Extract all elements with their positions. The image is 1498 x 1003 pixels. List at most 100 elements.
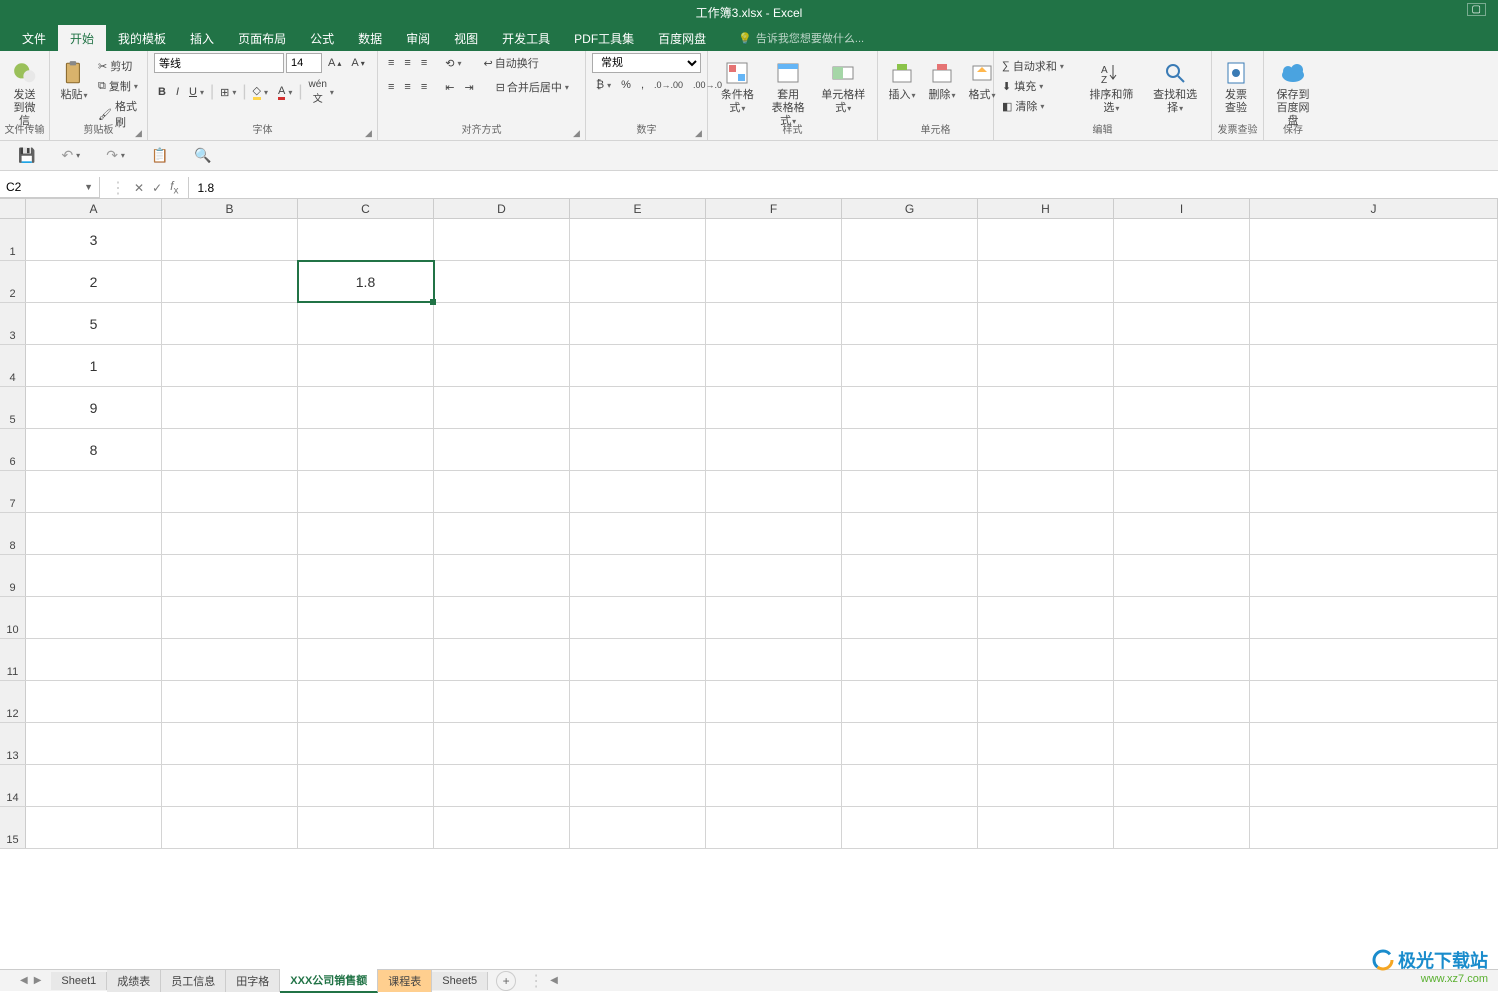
- cell-B7[interactable]: [162, 471, 298, 512]
- paste-button[interactable]: 粘贴: [56, 57, 92, 104]
- cell-E1[interactable]: [570, 219, 706, 260]
- cell-A9[interactable]: [26, 555, 162, 596]
- menu-home[interactable]: 开始: [58, 25, 106, 51]
- menu-review[interactable]: 审阅: [394, 25, 442, 51]
- scroll-left-icon[interactable]: ◀: [550, 975, 558, 986]
- cell-E12[interactable]: [570, 681, 706, 722]
- cell-H2[interactable]: [978, 261, 1114, 302]
- cell-C2[interactable]: 1.8: [298, 261, 434, 302]
- cell-F11[interactable]: [706, 639, 842, 680]
- cell-J7[interactable]: [1250, 471, 1498, 512]
- cell-A10[interactable]: [26, 597, 162, 638]
- cell-B5[interactable]: [162, 387, 298, 428]
- cell-C10[interactable]: [298, 597, 434, 638]
- menu-developer[interactable]: 开发工具: [490, 25, 562, 51]
- cell-E13[interactable]: [570, 723, 706, 764]
- menu-insert[interactable]: 插入: [178, 25, 226, 51]
- invoice-button[interactable]: 发票 查验: [1218, 57, 1254, 117]
- cell-E8[interactable]: [570, 513, 706, 554]
- cell-C13[interactable]: [298, 723, 434, 764]
- cell-H8[interactable]: [978, 513, 1114, 554]
- cell-J15[interactable]: [1250, 807, 1498, 848]
- cell-D9[interactable]: [434, 555, 570, 596]
- cell-D3[interactable]: [434, 303, 570, 344]
- cell-D14[interactable]: [434, 765, 570, 806]
- row-header[interactable]: 14: [0, 765, 26, 806]
- cell-F6[interactable]: [706, 429, 842, 470]
- align-center-button[interactable]: ≡: [400, 79, 414, 95]
- sort-filter-button[interactable]: AZ 排序和筛选: [1082, 57, 1142, 117]
- align-left-button[interactable]: ≡: [384, 79, 398, 95]
- font-name-select[interactable]: [154, 53, 284, 73]
- comma-button[interactable]: ,: [637, 77, 648, 93]
- col-header-A[interactable]: A: [26, 199, 162, 218]
- cell-B6[interactable]: [162, 429, 298, 470]
- cell-I5[interactable]: [1114, 387, 1250, 428]
- col-header-D[interactable]: D: [434, 199, 570, 218]
- clipboard-launcher-icon[interactable]: ◢: [135, 128, 145, 138]
- cell-J2[interactable]: [1250, 261, 1498, 302]
- sheet-tab[interactable]: Sheet1: [51, 972, 107, 990]
- cell-H15[interactable]: [978, 807, 1114, 848]
- cell-I11[interactable]: [1114, 639, 1250, 680]
- cell-A3[interactable]: 5: [26, 303, 162, 344]
- cut-button[interactable]: ✂剪切: [96, 57, 141, 75]
- cell-J11[interactable]: [1250, 639, 1498, 680]
- find-select-button[interactable]: 查找和选择: [1145, 57, 1205, 117]
- cell-C8[interactable]: [298, 513, 434, 554]
- fill-color-button[interactable]: ◇: [249, 82, 272, 102]
- cell-E9[interactable]: [570, 555, 706, 596]
- cell-I7[interactable]: [1114, 471, 1250, 512]
- cell-F8[interactable]: [706, 513, 842, 554]
- cell-J9[interactable]: [1250, 555, 1498, 596]
- cell-F13[interactable]: [706, 723, 842, 764]
- cell-A7[interactable]: [26, 471, 162, 512]
- row-header[interactable]: 5: [0, 387, 26, 428]
- cell-F4[interactable]: [706, 345, 842, 386]
- select-all-corner[interactable]: [0, 199, 26, 218]
- accounting-format-button[interactable]: ₿: [592, 77, 615, 93]
- cell-J1[interactable]: [1250, 219, 1498, 260]
- cell-F7[interactable]: [706, 471, 842, 512]
- cell-D11[interactable]: [434, 639, 570, 680]
- col-header-C[interactable]: C: [298, 199, 434, 218]
- row-header[interactable]: 2: [0, 261, 26, 302]
- italic-button[interactable]: I: [172, 84, 183, 100]
- row-header[interactable]: 3: [0, 303, 26, 344]
- cell-A8[interactable]: [26, 513, 162, 554]
- undo-button[interactable]: ↶: [57, 145, 84, 166]
- cell-F15[interactable]: [706, 807, 842, 848]
- cell-D6[interactable]: [434, 429, 570, 470]
- sheet-tab[interactable]: 田字格: [226, 970, 280, 992]
- bold-button[interactable]: B: [154, 84, 170, 100]
- cell-I6[interactable]: [1114, 429, 1250, 470]
- name-box[interactable]: C2 ▼: [0, 177, 100, 198]
- sheet-tab[interactable]: 课程表: [378, 970, 432, 992]
- cell-B9[interactable]: [162, 555, 298, 596]
- cell-I15[interactable]: [1114, 807, 1250, 848]
- conditional-format-button[interactable]: 条件格式: [714, 57, 761, 117]
- alignment-launcher-icon[interactable]: ◢: [573, 128, 583, 138]
- cell-G10[interactable]: [842, 597, 978, 638]
- cell-B1[interactable]: [162, 219, 298, 260]
- cell-G7[interactable]: [842, 471, 978, 512]
- cell-H7[interactable]: [978, 471, 1114, 512]
- cell-J13[interactable]: [1250, 723, 1498, 764]
- col-header-G[interactable]: G: [842, 199, 978, 218]
- cell-D13[interactable]: [434, 723, 570, 764]
- cell-F10[interactable]: [706, 597, 842, 638]
- wrap-text-button[interactable]: ↩自动换行: [480, 53, 543, 73]
- cell-H13[interactable]: [978, 723, 1114, 764]
- cell-F5[interactable]: [706, 387, 842, 428]
- tell-me-search[interactable]: 💡 告诉我您想要做什么...: [738, 25, 864, 51]
- cell-C6[interactable]: [298, 429, 434, 470]
- cell-G8[interactable]: [842, 513, 978, 554]
- menu-view[interactable]: 视图: [442, 25, 490, 51]
- cell-C5[interactable]: [298, 387, 434, 428]
- increase-indent-button[interactable]: ⇥: [460, 79, 477, 96]
- cell-H5[interactable]: [978, 387, 1114, 428]
- cell-J4[interactable]: [1250, 345, 1498, 386]
- sheet-tab[interactable]: Sheet5: [432, 972, 488, 990]
- cell-D2[interactable]: [434, 261, 570, 302]
- cell-I12[interactable]: [1114, 681, 1250, 722]
